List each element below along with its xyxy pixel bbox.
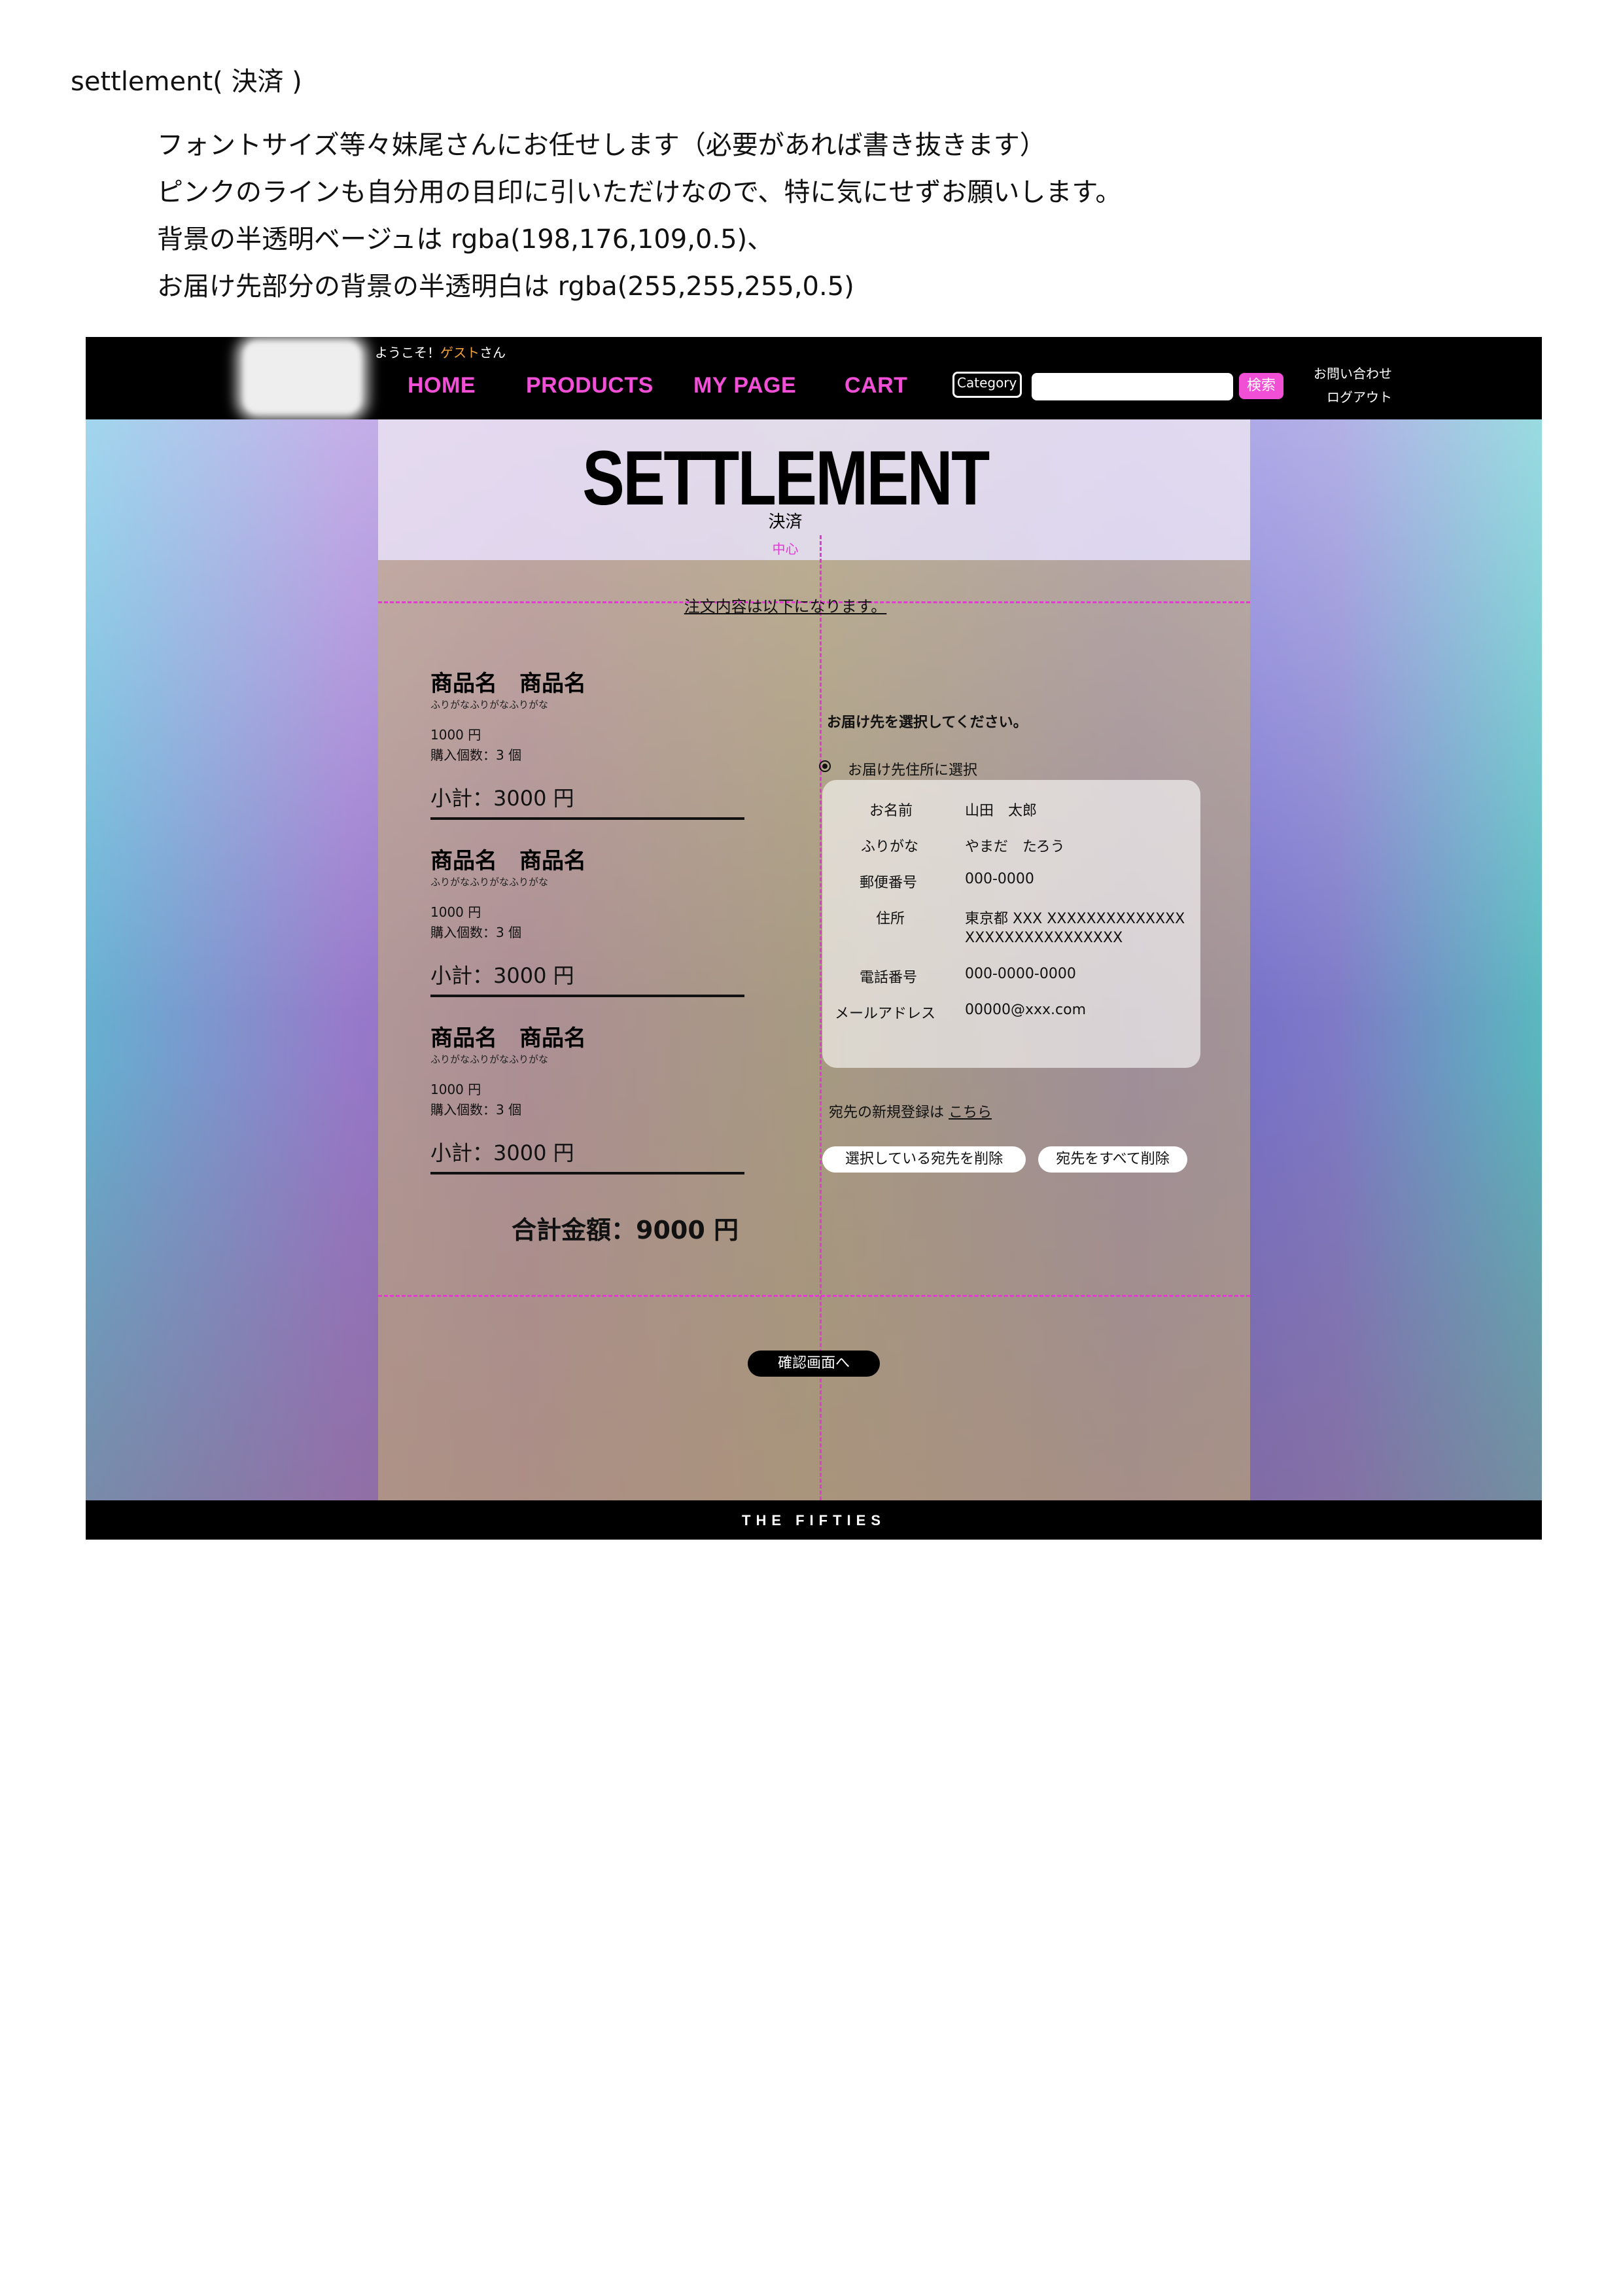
delete-all-addresses-button[interactable]: 宛先をすべて削除 (1038, 1146, 1187, 1173)
address-label-address: 住所 (876, 911, 905, 927)
search-button[interactable]: 検索 (1239, 373, 1283, 399)
nav-home[interactable]: HOME (408, 373, 476, 398)
address-value-postcode: 000-0000 (965, 871, 1034, 887)
address-value-address: 東京都 XXX XXXXXXXXXXXXXX (965, 911, 1185, 927)
order-item: 商品名 商品名 ふりがなふりがなふりがな 1000 円 購入個数：3 個 小計：… (430, 1020, 744, 1174)
item-quantity: 購入個数：3 個 (430, 747, 522, 763)
settlement-page-mockup: ようこそ！ゲストさん HOME PRODUCTS MY PAGE CART Ca… (86, 337, 1542, 1540)
item-price: 1000 円 (430, 904, 481, 920)
category-select[interactable]: Category (952, 372, 1022, 398)
address-value-kana: やまだ たろう (965, 839, 1065, 855)
order-item: 商品名 商品名 ふりがなふりがなふりがな 1000 円 購入個数：3 個 小計：… (430, 843, 744, 997)
guide-line-bottom (378, 1295, 1250, 1297)
item-name: 商品名 商品名 (430, 671, 586, 697)
new-address-link[interactable]: こちら (949, 1104, 992, 1121)
logout-link[interactable]: ログアウト (1327, 387, 1392, 406)
address-label-kana: ふりがな (861, 839, 919, 855)
design-notes: フォントサイズ等々妹尾さんにお任せします（必要があれば書き抜きます） ピンクのラ… (157, 122, 1121, 310)
item-subtotal: 小計：3000 円 (430, 782, 744, 820)
item-subtotal: 小計：3000 円 (430, 1137, 744, 1174)
contact-link[interactable]: お問い合わせ (1314, 363, 1392, 382)
address-label-name: お名前 (869, 803, 913, 819)
item-subtotal: 小計：3000 円 (430, 959, 744, 997)
page-subtitle: 決済 (768, 512, 803, 532)
item-price: 1000 円 (430, 727, 481, 743)
site-logo[interactable] (243, 341, 362, 414)
nav-cart[interactable]: CART (845, 373, 907, 398)
delivery-radio-label[interactable]: お届け先住所に選択 (848, 758, 977, 779)
welcome-prefix: ようこそ！ (375, 345, 440, 361)
address-label-phone: 電話番号 (860, 970, 918, 986)
nav-products[interactable]: PRODUCTS (526, 373, 654, 398)
document-title: settlement( 決済 ) (71, 67, 302, 97)
address-label-postcode: 郵便番号 (860, 875, 918, 891)
site-footer: THE FIFTIES (86, 1500, 1542, 1540)
address-value-phone: 000-0000-0000 (965, 966, 1076, 982)
welcome-message: ようこそ！ゲストさん (375, 342, 506, 361)
note-line: ピンクのラインも自分用の目印に引いただけなので、特に気にせずお願いします。 (157, 177, 1122, 207)
note-line: 背景の半透明ベージュは rgba(198,176,109,0.5)、 (157, 224, 774, 255)
item-quantity: 購入個数：3 個 (430, 1102, 522, 1118)
address-value-name: 山田 太郎 (965, 803, 1038, 819)
new-address-label: 宛先の新規登録は (829, 1104, 945, 1121)
item-kana: ふりがなふりがなふりがな (430, 876, 549, 888)
order-notice: 注文内容は以下になります。 (684, 597, 887, 616)
order-item: 商品名 商品名 ふりがなふりがなふりがな 1000 円 購入個数：3 個 小計：… (430, 665, 744, 820)
order-total: 合計金額：9000 円 (512, 1216, 739, 1245)
address-label-email: メールアドレス (835, 1006, 936, 1022)
note-line: お届け先部分の背景の半透明白は rgba(255,255,255,0.5) (157, 272, 854, 302)
footer-brand: THE FIFTIES (742, 1512, 886, 1528)
note-line: フォントサイズ等々妹尾さんにお任せします（必要があれば書き抜きます） (157, 130, 1046, 160)
item-name: 商品名 商品名 (430, 1025, 586, 1051)
new-address-text: 宛先の新規登録は こちら (829, 1101, 992, 1122)
search-input[interactable] (1032, 373, 1233, 400)
welcome-suffix: さん (480, 345, 506, 361)
address-value-address-line2: XXXXXXXXXXXXXXXX (965, 930, 1123, 946)
delete-selected-address-button[interactable]: 選択している宛先を削除 (822, 1146, 1026, 1173)
guest-name: ゲスト (440, 345, 480, 361)
item-price: 1000 円 (430, 1082, 481, 1097)
center-guide-label: 中心 (772, 541, 799, 557)
delivery-radio[interactable] (819, 760, 831, 772)
site-header: ようこそ！ゲストさん HOME PRODUCTS MY PAGE CART Ca… (86, 337, 1542, 419)
confirm-button[interactable]: 確認画面へ (748, 1351, 880, 1377)
nav-my-page[interactable]: MY PAGE (693, 373, 796, 398)
item-name: 商品名 商品名 (430, 848, 586, 874)
item-quantity: 購入個数：3 個 (430, 925, 522, 940)
item-kana: ふりがなふりがなふりがな (430, 699, 549, 711)
item-kana: ふりがなふりがなふりがな (430, 1053, 549, 1065)
delivery-prompt: お届け先を選択してください。 (827, 715, 1028, 731)
address-value-email: 00000@xxx.com (965, 1002, 1087, 1018)
